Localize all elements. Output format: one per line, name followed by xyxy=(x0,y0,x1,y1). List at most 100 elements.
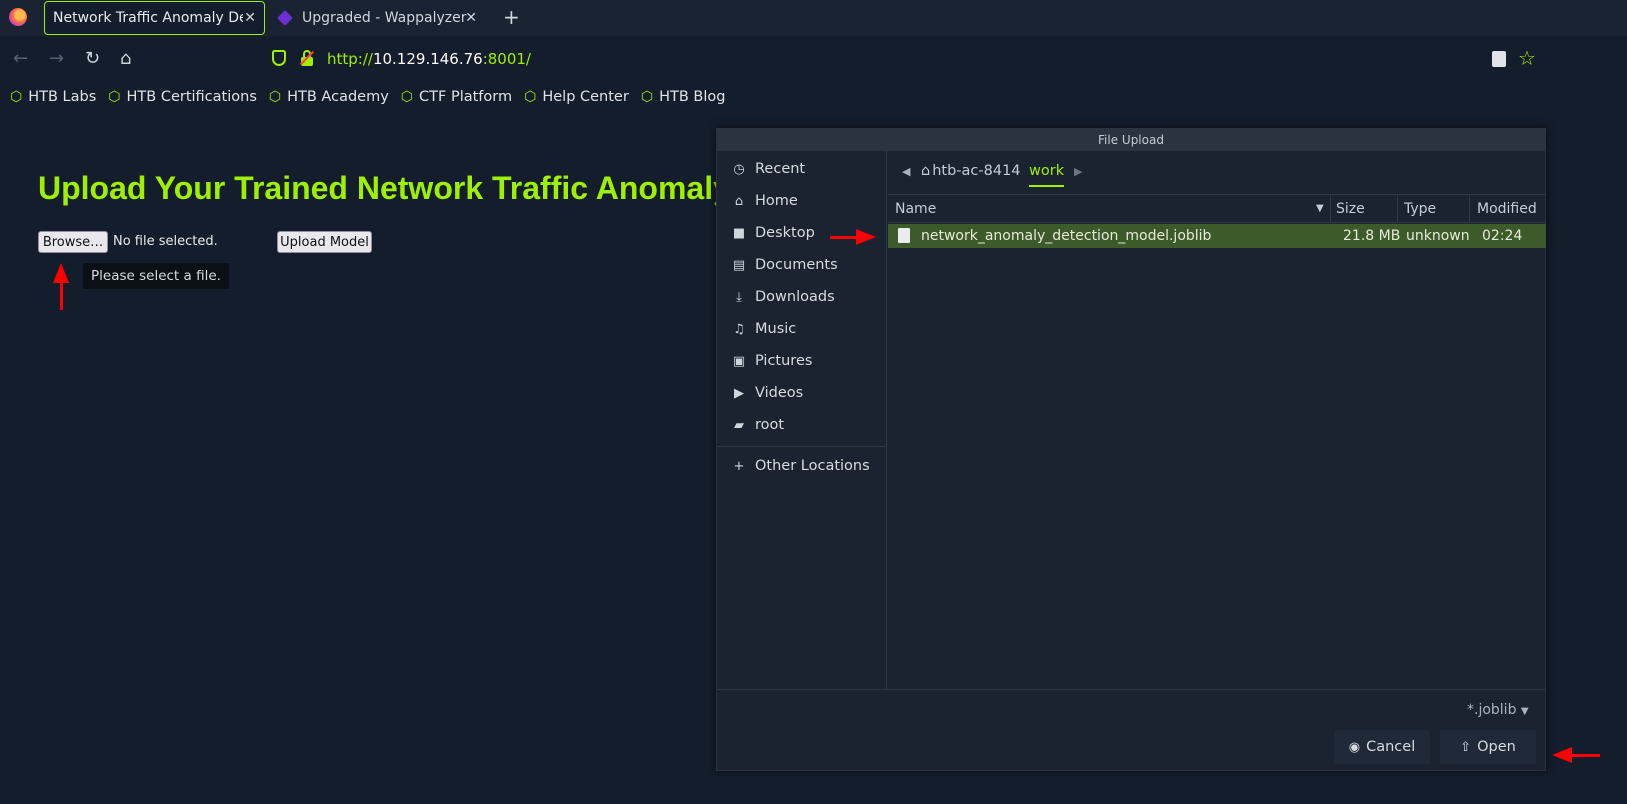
cube-icon: ⬡ xyxy=(268,89,282,105)
path-button-home[interactable]: ⌂ htb-ac-8414 xyxy=(921,163,1021,179)
sidebar-item-root[interactable]: ▰ root xyxy=(731,417,784,433)
file-size: 21.8 MB xyxy=(1343,228,1401,244)
url-scheme: http:// xyxy=(327,50,373,68)
annotation-arrow-right xyxy=(830,236,858,239)
reload-icon[interactable]: ↻ xyxy=(85,48,100,69)
new-tab-button[interactable]: + xyxy=(503,5,520,29)
back-arrow-icon[interactable]: ← xyxy=(13,48,28,69)
sidebar-label: Other Locations xyxy=(755,458,870,474)
sort-descending-icon[interactable]: ▼ xyxy=(1316,203,1324,214)
path-button-work[interactable]: work xyxy=(1029,163,1065,187)
cancel-button[interactable]: ◉ Cancel xyxy=(1334,730,1430,764)
open-label: Open xyxy=(1477,739,1516,755)
path-scroll-right-icon[interactable]: ▶ xyxy=(1074,165,1082,178)
sidebar-label: Desktop xyxy=(755,225,815,241)
path-home-label: htb-ac-8414 xyxy=(932,163,1021,179)
bookmark-htb-blog[interactable]: ⬡ HTB Blog xyxy=(641,89,726,105)
bookmark-htb-certifications[interactable]: ⬡ HTB Certifications xyxy=(108,89,257,105)
bookmark-label: HTB Certifications xyxy=(126,89,257,105)
url-host: 10.129.146.76 xyxy=(372,50,483,68)
wappalyzer-icon xyxy=(277,10,293,26)
close-tab-icon[interactable]: ✕ xyxy=(465,10,477,26)
annotation-arrow-left-head xyxy=(1552,747,1572,763)
picture-icon: ▣ xyxy=(732,353,746,369)
sidebar-label: Documents xyxy=(755,257,838,273)
bookmarks-bar: ⬡ HTB Labs ⬡ HTB Certifications ⬡ HTB Acade… xyxy=(0,84,1627,110)
url-port-path: :8001/ xyxy=(482,50,531,68)
sidebar-item-home[interactable]: ⌂ Home xyxy=(731,193,798,209)
bookmark-help-center[interactable]: ⬡ Help Center xyxy=(524,89,629,105)
bookmark-label: Help Center xyxy=(542,89,629,105)
sidebar-label: Videos xyxy=(755,385,804,401)
bookmark-ctf-platform[interactable]: ⬡ CTF Platform xyxy=(401,89,512,105)
sidebar-label: Home xyxy=(755,193,798,209)
reader-view-icon[interactable] xyxy=(1492,51,1506,67)
sidebar-item-downloads[interactable]: ⤓ Downloads xyxy=(731,289,835,305)
download-icon: ⤓ xyxy=(736,289,742,305)
annotation-arrow-right-head xyxy=(856,229,876,245)
bookmark-star-icon[interactable]: ☆ xyxy=(1518,46,1536,70)
validation-tooltip: Please select a file. xyxy=(83,263,229,289)
sidebar-divider xyxy=(717,446,887,447)
forward-arrow-icon[interactable]: → xyxy=(49,48,64,69)
shield-icon[interactable] xyxy=(272,50,286,66)
close-tab-icon[interactable]: ✕ xyxy=(244,10,256,26)
bookmark-label: HTB Blog xyxy=(659,89,726,105)
column-type-header[interactable]: Type xyxy=(1404,201,1436,217)
file-type: unknown xyxy=(1406,228,1470,244)
bookmark-label: HTB Academy xyxy=(287,89,389,105)
navigation-bar: ← → ↻ ⌂ http://10.129.146.76:8001/ ☆ xyxy=(0,36,1627,84)
file-upload-dialog: File Upload ◷ Recent ⌂ Home ■ Desktop ▤ Docu… xyxy=(716,128,1546,771)
filter-label: *.joblib xyxy=(1467,702,1517,718)
file-row[interactable]: network_anomaly_detection_model.joblib 2… xyxy=(888,224,1546,248)
firefox-logo-icon[interactable] xyxy=(9,8,27,26)
upload-model-button[interactable]: Upload Model xyxy=(277,231,372,253)
sidebar-item-videos[interactable]: ▶ Videos xyxy=(731,385,803,401)
path-bar: ◀ ⌂ htb-ac-8414 work ▶ xyxy=(888,151,1546,195)
column-divider xyxy=(1397,195,1398,223)
sidebar-item-music[interactable]: ♫ Music xyxy=(731,321,796,337)
tab-network-traffic[interactable]: Network Traffic Anomaly Det ✕ xyxy=(44,1,265,35)
home-icon: ⌂ xyxy=(921,163,931,179)
dialog-title: File Upload xyxy=(717,129,1545,151)
column-modified-header[interactable]: Modified xyxy=(1477,201,1537,217)
upload-icon: ⇧ xyxy=(1460,739,1472,755)
file-status-text: No file selected. xyxy=(113,234,218,249)
tab-title: Network Traffic Anomaly Det xyxy=(53,10,243,26)
open-button[interactable]: ⇧ Open xyxy=(1440,730,1536,764)
folder-icon: ▰ xyxy=(734,417,744,433)
music-icon: ♫ xyxy=(733,321,745,337)
url-bar[interactable]: http://10.129.146.76:8001/ xyxy=(327,50,531,68)
bookmark-htb-academy[interactable]: ⬡ HTB Academy xyxy=(269,89,389,105)
bookmark-htb-labs[interactable]: ⬡ HTB Labs xyxy=(10,89,96,105)
column-divider xyxy=(1469,195,1470,223)
sidebar-item-pictures[interactable]: ▣ Pictures xyxy=(731,353,813,369)
tab-strip: Network Traffic Anomaly Det ✕ Upgraded -… xyxy=(0,0,1627,36)
cancel-icon: ◉ xyxy=(1348,739,1361,755)
column-size-header[interactable]: Size xyxy=(1336,201,1365,217)
tab-wappalyzer[interactable]: Upgraded - Wappalyzer ✕ xyxy=(270,1,485,35)
insecure-lock-icon[interactable] xyxy=(299,50,315,66)
browse-button[interactable]: Browse… xyxy=(38,231,108,253)
sidebar-label: root xyxy=(755,417,785,433)
sidebar-item-documents[interactable]: ▤ Documents xyxy=(731,257,838,273)
cube-icon: ⬡ xyxy=(524,89,537,105)
video-icon: ▶ xyxy=(734,385,744,401)
sidebar-item-desktop[interactable]: ■ Desktop xyxy=(731,225,815,241)
column-name-header[interactable]: Name xyxy=(895,201,936,217)
home-icon[interactable]: ⌂ xyxy=(120,48,131,69)
cube-icon: ⬡ xyxy=(10,89,23,105)
cancel-label: Cancel xyxy=(1366,739,1416,755)
cube-icon: ⬡ xyxy=(640,89,654,105)
sidebar-label: Downloads xyxy=(755,289,835,305)
dialog-footer: *.joblib ▼ ◉ Cancel ⇧ Open xyxy=(717,689,1545,771)
sidebar-item-other-locations[interactable]: + Other Locations xyxy=(731,458,870,474)
desktop-icon: ■ xyxy=(732,225,746,241)
sidebar-item-recent[interactable]: ◷ Recent xyxy=(731,161,805,177)
annotation-arrow-up xyxy=(60,280,63,310)
file-type-filter[interactable]: *.joblib ▼ xyxy=(1467,702,1529,718)
sidebar-label: Pictures xyxy=(755,353,813,369)
file-list-header: Name ▼ Size Type Modified xyxy=(888,195,1546,223)
file-name: network_anomaly_detection_model.joblib xyxy=(921,228,1212,244)
path-scroll-left-icon[interactable]: ◀ xyxy=(902,165,910,178)
